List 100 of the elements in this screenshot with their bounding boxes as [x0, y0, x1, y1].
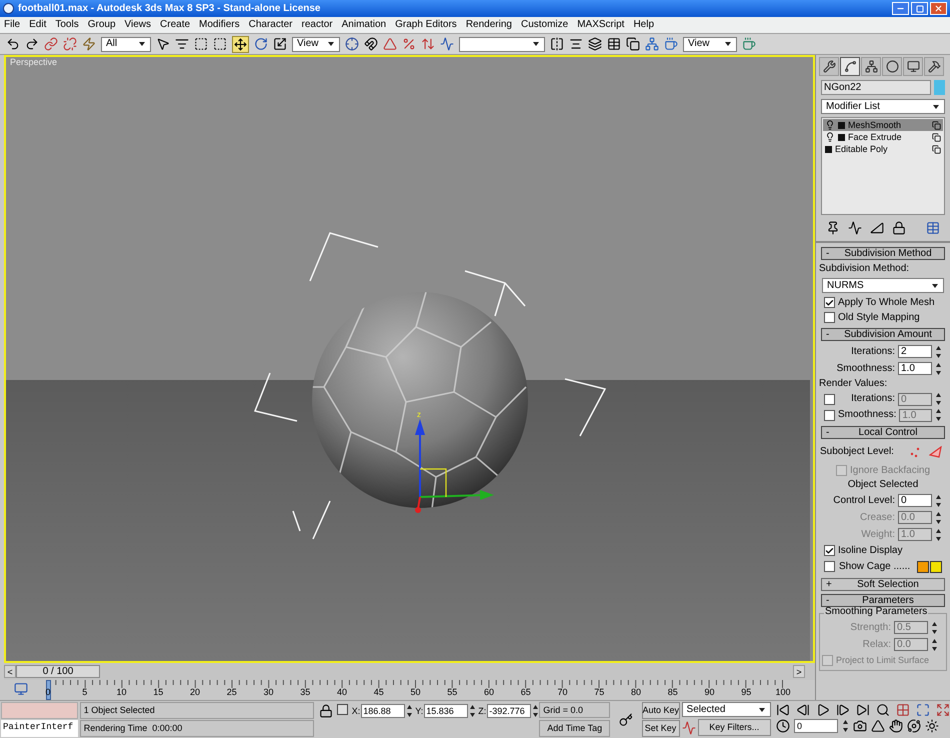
maximize-button[interactable]	[911, 2, 928, 15]
bolt-icon[interactable]	[82, 37, 96, 51]
lightbulb-icon[interactable]	[825, 120, 835, 130]
instance-icon[interactable]	[932, 144, 941, 154]
lock-icon[interactable]	[318, 704, 333, 718]
render-viewport-dropdown[interactable]: View	[683, 36, 737, 52]
zoom-extents-all-icon[interactable]	[936, 703, 950, 717]
rollout-toggle[interactable]: -	[826, 248, 836, 258]
next-frame-button[interactable]: >	[793, 665, 805, 678]
dropdown-arrow-icon[interactable]	[932, 104, 940, 110]
menu-item[interactable]: Character	[248, 20, 293, 30]
modifier-list-dropdown[interactable]: Modifier List	[821, 99, 945, 114]
selection-filter-dropdown[interactable]: All	[101, 36, 151, 52]
menu-item[interactable]: MAXScript	[577, 20, 624, 30]
percent-icon[interactable]	[402, 37, 416, 51]
hierarchy-tab[interactable]	[861, 57, 881, 76]
close-button[interactable]	[930, 2, 947, 15]
zoom-extents-icon[interactable]	[916, 703, 930, 717]
subdivision-dropdown[interactable]: NURMS	[822, 278, 944, 293]
dropdown-arrow-icon[interactable]	[532, 41, 540, 47]
menu-item[interactable]: Group	[88, 20, 116, 30]
key-icon[interactable]	[618, 712, 633, 726]
instance-icon[interactable]	[932, 120, 941, 130]
spinner-arrows-icon[interactable]	[935, 344, 942, 358]
menu-item[interactable]: reactor	[302, 20, 333, 30]
menu-item[interactable]: Modifiers	[199, 20, 240, 30]
curve-editor-icon[interactable]	[14, 682, 28, 696]
menu-item[interactable]: Tools	[55, 20, 79, 30]
dropdown-arrow-icon[interactable]	[724, 41, 732, 47]
auto-key-button[interactable]: Auto Key	[642, 702, 680, 719]
spinner-arrows-icon[interactable]	[935, 528, 942, 542]
spinner-arrows-icon[interactable]	[406, 704, 414, 718]
add-time-tag-button[interactable]: Add Time Tag	[539, 720, 610, 737]
menu-item[interactable]: Views	[124, 20, 152, 30]
menu-item[interactable]: Animation	[342, 20, 386, 30]
magnet-icon[interactable]	[364, 37, 378, 51]
rollout-header[interactable]: - Subdivision Method	[821, 247, 945, 260]
spinner-field[interactable]: 2	[898, 345, 932, 358]
coordinate-field[interactable]: 15.836	[424, 704, 468, 718]
spinner-field[interactable]: 0	[898, 494, 932, 507]
scale-icon[interactable]	[273, 37, 287, 51]
named-selection-field[interactable]	[459, 36, 545, 52]
go-to-end-icon[interactable]	[856, 703, 870, 717]
coordinate-field[interactable]: 186.88	[361, 704, 406, 718]
modify-tab[interactable]	[840, 57, 860, 76]
rollout-toggle[interactable]: -	[826, 596, 836, 606]
arrows-icon[interactable]	[421, 37, 435, 51]
spinner-arrows-icon[interactable]	[931, 638, 938, 652]
link-icon[interactable]	[44, 37, 58, 51]
menu-item[interactable]: Create	[160, 20, 190, 30]
coordinate-field[interactable]: -392.776	[487, 704, 532, 718]
color-swatch[interactable]	[917, 560, 929, 572]
pointer-icon[interactable]	[156, 37, 170, 51]
key-mode-dropdown[interactable]: Selected	[682, 702, 772, 717]
reference-coordinate-dropdown[interactable]: View	[292, 36, 340, 52]
box-select-icon[interactable]	[213, 37, 227, 51]
undo-icon[interactable]	[6, 37, 20, 51]
stack-item[interactable]: Face Extrude	[823, 131, 943, 143]
layers-icon[interactable]	[588, 37, 602, 51]
dropdown-arrow-icon[interactable]	[327, 41, 335, 47]
vertex-icon[interactable]	[909, 446, 921, 458]
time-slider-thumb[interactable]: 0 / 100	[16, 665, 100, 678]
rollout-header[interactable]: + Soft Selection	[821, 578, 945, 591]
checkbox[interactable]	[824, 545, 835, 556]
set-key-button[interactable]: Set Key	[642, 720, 680, 737]
rollout-header[interactable]: - Local Control	[821, 426, 945, 439]
dropdown-arrow-icon[interactable]	[931, 282, 939, 288]
spinner-arrows-icon[interactable]	[935, 392, 942, 406]
dropdown-arrow-icon[interactable]	[758, 706, 766, 712]
spinner-arrows-icon[interactable]	[935, 494, 942, 508]
align-icon[interactable]	[569, 37, 583, 51]
go-to-start-icon[interactable]	[776, 703, 790, 717]
stack-item[interactable]: Editable Poly	[823, 143, 943, 155]
color-swatch[interactable]	[930, 560, 942, 572]
configure-icon[interactable]	[926, 221, 940, 235]
object-name-field[interactable]: NGon22	[821, 80, 931, 95]
menu-item[interactable]: Help	[633, 20, 654, 30]
redo-icon[interactable]	[25, 37, 39, 51]
rollout-toggle[interactable]: -	[826, 330, 836, 340]
create-tab[interactable]	[819, 57, 839, 76]
hierarchy-icon[interactable]	[645, 37, 659, 51]
rotate-icon[interactable]	[254, 37, 268, 51]
spinner-arrows-icon[interactable]	[469, 704, 476, 718]
menu-item[interactable]: Customize	[520, 20, 568, 30]
spinner-field[interactable]: 1.0	[898, 362, 932, 375]
face-icon[interactable]	[929, 446, 942, 458]
instance-icon[interactable]	[932, 132, 941, 142]
minimize-button[interactable]	[892, 2, 909, 15]
zoom-all-icon[interactable]	[896, 703, 910, 717]
rollout-header[interactable]: - Subdivision Amount	[821, 328, 945, 341]
menu-item[interactable]: File	[4, 20, 20, 30]
frame-indicator[interactable]	[46, 680, 51, 700]
mirror-icon[interactable]	[550, 37, 564, 51]
checkbox[interactable]	[824, 561, 835, 572]
stack-icon[interactable]	[626, 37, 640, 51]
object-color-swatch[interactable]	[934, 80, 945, 95]
pivot-icon[interactable]	[345, 37, 359, 51]
pan-icon[interactable]	[889, 719, 904, 733]
graph-icon[interactable]	[440, 37, 454, 51]
menu-item[interactable]: Rendering	[466, 20, 512, 30]
